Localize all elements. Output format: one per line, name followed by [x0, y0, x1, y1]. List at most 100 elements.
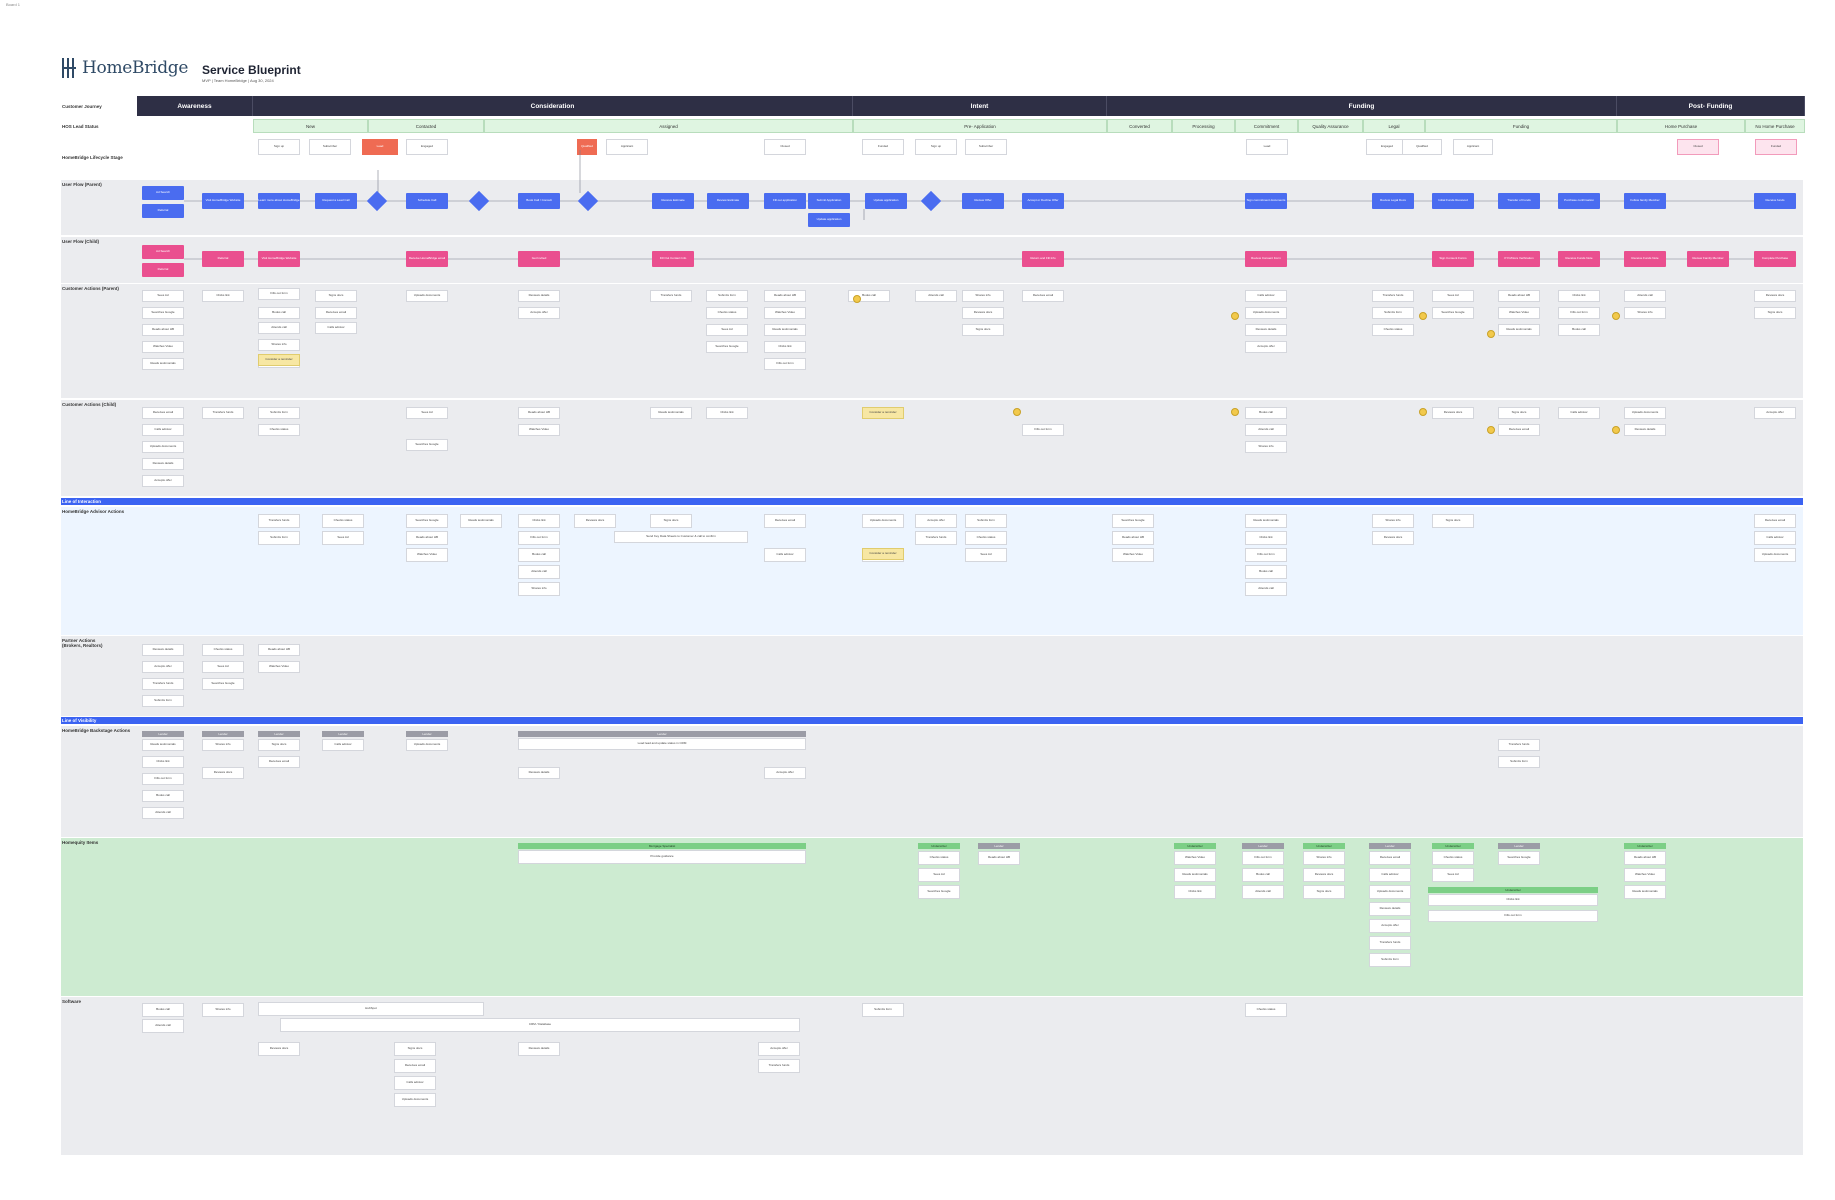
blueprint-card: Calls advisor — [1558, 407, 1600, 419]
blueprint-card: Uploads documents — [1624, 407, 1666, 419]
blueprint-card: Searches Google — [406, 439, 448, 451]
third-party-wide-card: Provide guidance — [518, 850, 806, 864]
blueprint-card: Books call — [258, 307, 300, 319]
blueprint-card: Searches Google — [202, 678, 244, 690]
flow-node-child: Receive Funds Note — [1624, 251, 1666, 267]
blueprint-card: Shares info — [202, 1003, 244, 1017]
flow-node-parent: Visit HomeBridge Website — [202, 193, 244, 209]
blueprint-card: Uploads documents — [406, 290, 448, 302]
blueprint-card: Reads about HB — [764, 290, 806, 302]
flow-node-update-application: Update application — [808, 213, 850, 227]
blueprint-card: Checks status — [1372, 324, 1414, 336]
blueprint-card: Watches Video — [518, 424, 560, 436]
blueprint-card: Fills out form — [1428, 910, 1598, 922]
blueprint-card: Calls advisor — [1245, 290, 1287, 302]
blueprint-card: Checks status — [258, 424, 300, 436]
emotion-face-icon — [1419, 312, 1427, 320]
blueprint-card: Reviews details — [1245, 324, 1287, 336]
blueprint-card: Attends call — [142, 807, 184, 819]
blueprint-card: Reads about HB — [1112, 531, 1154, 545]
blueprint-card: Reads testimonials — [1624, 885, 1666, 899]
blueprint-card: Receives email — [764, 514, 806, 528]
backstage-header: Lender — [258, 731, 300, 737]
blueprint-card: Watches Video — [1624, 868, 1666, 882]
blueprint-card: Checks status — [202, 644, 244, 656]
blueprint-card: Receives email — [394, 1059, 436, 1073]
blueprint-card: Reviews details — [1624, 424, 1666, 436]
blueprint-card: Clicks link — [202, 290, 244, 302]
blueprint-card: Transfers funds — [142, 678, 184, 690]
advisor-wide-card: Send Key Data Sheets to Customer & call … — [614, 531, 748, 543]
blueprint-card: Calls advisor — [1754, 531, 1796, 545]
blueprint-card: Fills out form — [1242, 851, 1284, 865]
third-party-header: Lender — [1242, 843, 1284, 849]
flow-entry-referral: Referral — [142, 204, 184, 218]
third-party-header: Underwriter — [918, 843, 960, 849]
flow-node-parent: Update application — [865, 193, 907, 209]
third-party-header: Underwriter — [1303, 843, 1345, 849]
blueprint-card: Accepts offer — [1369, 919, 1411, 933]
software-wide-card: CRM / Database — [280, 1018, 800, 1032]
software-wide-card: HubSpot — [258, 1002, 484, 1016]
blueprint-card: Reviews details — [142, 644, 184, 656]
flow-node-parent: Receive Estimate — [652, 193, 694, 209]
blueprint-card: Reviews details — [142, 458, 184, 470]
blueprint-card: Searches Google — [406, 514, 448, 528]
blueprint-card: Fills out form — [258, 288, 300, 300]
blueprint-card: Signs docs — [650, 514, 692, 528]
blueprint-card: Shares info — [1245, 441, 1287, 453]
note-card: Consider a reminder — [862, 548, 904, 560]
blueprint-card: Receives email — [315, 307, 357, 319]
blueprint-card: Sees Ad — [965, 548, 1007, 562]
blueprint-card: Reviews details — [518, 767, 560, 779]
blueprint-card: Watches Video — [142, 341, 184, 353]
backstage-header: Lender — [406, 731, 448, 737]
blueprint-card: Attends call — [142, 1019, 184, 1033]
blueprint-card: Fills out form — [1022, 424, 1064, 436]
blueprint-card: Reads about HB — [1498, 290, 1540, 302]
flow-node-parent: Review Offer — [962, 193, 1004, 209]
blueprint-card: Books call — [1245, 407, 1287, 419]
blueprint-card: Reads about HB — [518, 407, 560, 419]
blueprint-card: Reads testimonials — [764, 324, 806, 336]
blueprint-card: Attends call — [1242, 885, 1284, 899]
blueprint-card: Shares info — [962, 290, 1004, 302]
blueprint-card: Submits form — [1372, 307, 1414, 319]
flow-node-child: Fill Out Contact Info — [652, 251, 694, 267]
blueprint-card: Sees Ad — [322, 531, 364, 545]
blueprint-card: Clicks link — [1174, 885, 1216, 899]
blueprint-card: Searches Google — [1432, 307, 1474, 319]
backstage-wide-card: Load lead and update status in CRM — [518, 738, 806, 750]
blueprint-card: Calls advisor — [315, 322, 357, 334]
blueprint-card: Signs docs — [1432, 514, 1474, 528]
blueprint-card: Uploads documents — [1369, 885, 1411, 899]
blueprint-card: Checks status — [918, 851, 960, 865]
third-party-header: Lender — [1498, 843, 1540, 849]
blueprint-card: Fills out form — [1558, 307, 1600, 319]
blueprint-card: Shares info — [202, 739, 244, 751]
blueprint-card: Reviews docs — [1303, 868, 1345, 882]
flow-node-child: Receive HomeBridge email — [406, 251, 448, 267]
flow-node-parent: Follow family Member — [1624, 193, 1666, 209]
blueprint-card: Checks status — [322, 514, 364, 528]
blueprint-card: Signs docs — [1498, 407, 1540, 419]
blueprint-card: Calls advisor — [394, 1076, 436, 1090]
emotion-face-icon — [1487, 426, 1495, 434]
blueprint-card: Uploads documents — [142, 441, 184, 453]
blueprint-card: Reads about HB — [258, 644, 300, 656]
service-blueprint-canvas: Board 1 HomeBridge Service Blueprint MVP… — [0, 0, 1835, 1200]
blueprint-card: Clicks link — [764, 341, 806, 353]
third-party-header: Lender — [978, 843, 1020, 849]
blueprint-card: Reviews details — [518, 1042, 560, 1056]
blueprint-card: Receives email — [258, 756, 300, 768]
third-party-header: Lender — [1369, 843, 1411, 849]
emotion-face-icon — [1013, 408, 1021, 416]
blueprint-card: Submits form — [706, 290, 748, 302]
blueprint-card: Sees Ad — [1432, 290, 1474, 302]
blueprint-card: Clicks link — [1558, 290, 1600, 302]
blueprint-card: Signs docs — [315, 290, 357, 302]
blueprint-card: Searches Google — [1112, 514, 1154, 528]
blueprint-card: Reads testimonials — [1498, 324, 1540, 336]
blueprint-card: Reads about HB — [406, 531, 448, 545]
blueprint-card: Searches Google — [918, 885, 960, 899]
